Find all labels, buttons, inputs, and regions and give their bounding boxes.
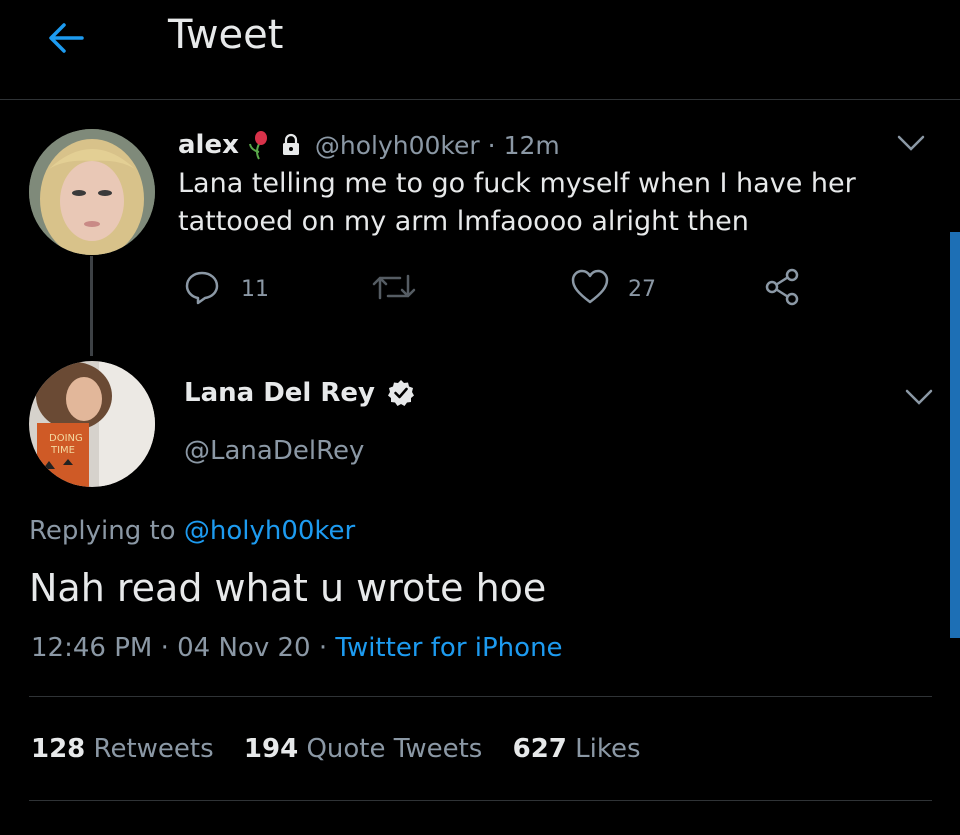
separator: ·	[487, 130, 496, 160]
retweets-count: 128	[31, 734, 86, 764]
reply-count: 11	[241, 276, 269, 302]
quote-tweets-stat[interactable]: 194 Quote Tweets	[244, 734, 491, 764]
verified-badge-icon	[387, 379, 415, 407]
thread-line	[90, 256, 93, 356]
tweet-date: 04 Nov 20	[177, 633, 311, 663]
likes-label: Likes	[575, 734, 641, 764]
retweets-stat[interactable]: 128 Retweets	[31, 734, 222, 764]
svg-text:TIME: TIME	[50, 445, 75, 456]
share-icon[interactable]	[763, 267, 803, 307]
rose-emoji-icon	[247, 130, 271, 160]
page-title: Tweet	[168, 12, 284, 58]
stats-divider-bottom	[29, 800, 932, 801]
handle[interactable]: @holyh00ker	[315, 131, 480, 160]
top-bar: Tweet	[0, 0, 960, 99]
quote-tweets-count: 194	[243, 734, 299, 764]
header-divider	[0, 99, 960, 100]
parent-tweet-header: alex @holyh00ker · 12m	[178, 127, 560, 163]
retweet-action[interactable]	[370, 270, 418, 310]
scrollbar[interactable]	[950, 232, 960, 638]
quote-tweets-label: Quote Tweets	[306, 734, 483, 764]
tweet-meta: 12:46 PM · 04 Nov 20 · Twitter for iPhon…	[31, 633, 563, 663]
arrow-left-icon[interactable]	[44, 16, 88, 60]
tweet-source-link[interactable]: Twitter for iPhone	[335, 633, 562, 663]
display-name[interactable]: alex	[178, 130, 239, 160]
parent-tweet-text: Lana telling me to go fuck myself when I…	[178, 168, 856, 237]
stats-divider-top	[29, 696, 932, 697]
lock-icon	[279, 133, 303, 157]
like-count: 27	[628, 276, 656, 302]
reply-icon	[183, 268, 221, 310]
main-tweet-text: Nah read what u wrote hoe	[29, 566, 547, 610]
avatar-alex[interactable]	[29, 129, 155, 255]
like-action[interactable]: 27	[570, 268, 656, 310]
retweets-label: Retweets	[93, 734, 214, 764]
author-row: Lana Del Rey	[184, 378, 415, 408]
replying-to-link[interactable]: @holyh00ker	[184, 516, 355, 546]
meta-separator: ·	[160, 633, 169, 663]
tweet-stats: 128 Retweets 194 Quote Tweets 627 Likes	[31, 734, 641, 764]
reply-action[interactable]: 11	[183, 268, 269, 310]
replying-prefix: Replying to	[29, 516, 176, 546]
retweet-icon	[370, 274, 418, 308]
meta-separator: ·	[318, 633, 328, 663]
timestamp[interactable]: 12m	[504, 131, 560, 160]
replying-to: Replying to @holyh00ker	[29, 516, 355, 546]
svg-text:DOING: DOING	[49, 433, 83, 444]
display-name[interactable]: Lana Del Rey	[184, 378, 375, 408]
likes-stat[interactable]: 627 Likes	[513, 734, 641, 764]
avatar-lana[interactable]: DOING TIME	[29, 361, 155, 487]
tweet-time: 12:46 PM	[31, 633, 153, 663]
chevron-down-icon[interactable]	[901, 383, 937, 411]
heart-icon	[570, 268, 610, 310]
handle[interactable]: @LanaDelRey	[184, 436, 364, 466]
chevron-down-icon[interactable]	[893, 129, 929, 157]
likes-count: 627	[512, 734, 567, 764]
